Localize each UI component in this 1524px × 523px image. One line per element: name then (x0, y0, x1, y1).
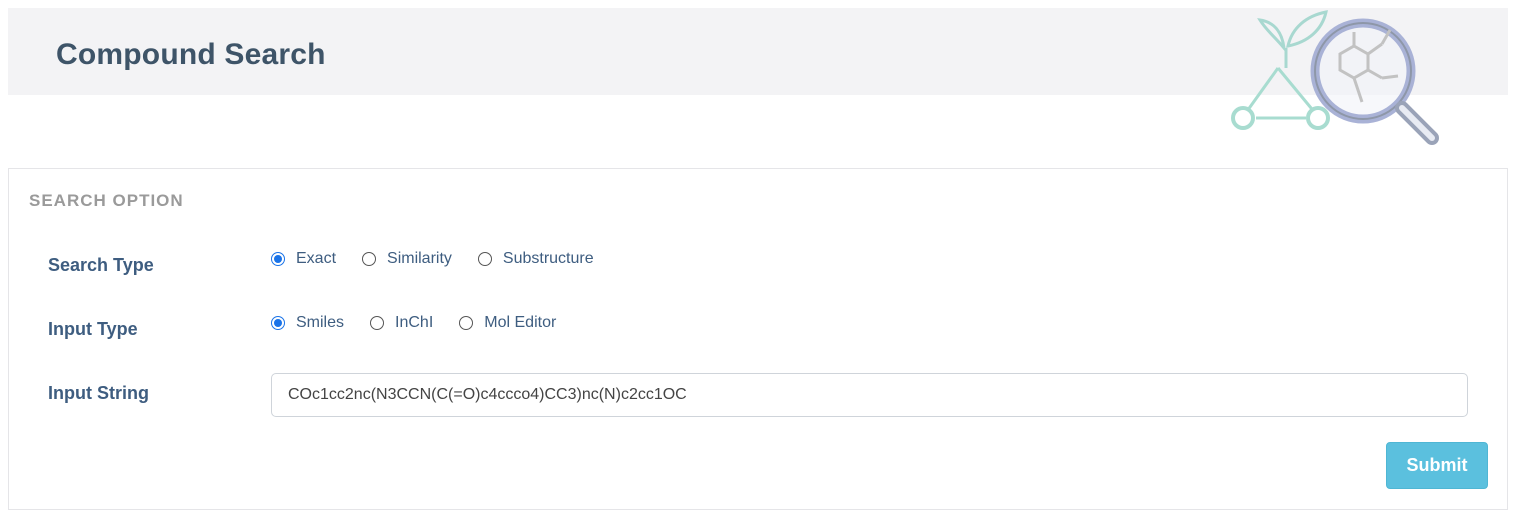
section-title: SEARCH OPTION (29, 191, 184, 210)
submit-button[interactable]: Submit (1386, 442, 1488, 489)
input-type-label: Input Type (48, 319, 138, 339)
page-title: Compound Search (56, 38, 326, 71)
search-type-substructure-radio[interactable] (477, 252, 492, 266)
search-type-label: Search Type (48, 255, 154, 275)
search-type-exact-radio[interactable] (271, 252, 285, 266)
search-type-similarity-radio[interactable] (362, 252, 377, 266)
input-type-inchi-label: InChI (395, 314, 434, 331)
input-string-label: Input String (48, 383, 149, 403)
input-string-field[interactable] (271, 373, 1468, 417)
input-type-inchi-option[interactable]: InChI (370, 314, 433, 332)
input-type-smiles-label: Smiles (296, 314, 345, 331)
input-type-inchi-radio[interactable] (370, 316, 385, 330)
search-type-radio-group: Exact Similarity Substructure (271, 250, 620, 268)
search-type-exact-option[interactable]: Exact (271, 250, 336, 268)
magnifier-molecule-leaf-logo-icon (1231, 10, 1439, 145)
input-type-mol-editor-radio[interactable] (459, 316, 474, 330)
input-type-radio-group: Smiles InChI Mol Editor (271, 314, 582, 332)
search-type-exact-label: Exact (296, 250, 337, 267)
search-type-similarity-option[interactable]: Similarity (362, 250, 452, 268)
input-type-smiles-option[interactable]: Smiles (271, 314, 344, 332)
search-type-substructure-option[interactable]: Substructure (477, 250, 594, 268)
input-type-smiles-radio[interactable] (271, 316, 285, 330)
search-option-panel: SEARCH OPTION Search Type Exact Similari… (8, 168, 1508, 510)
search-type-similarity-label: Similarity (387, 250, 452, 267)
input-type-mol-editor-option[interactable]: Mol Editor (459, 314, 556, 332)
page: Compound Search SEARCH OPTION Search Typ… (0, 0, 1524, 523)
search-type-substructure-label: Substructure (502, 250, 594, 267)
input-type-mol-editor-label: Mol Editor (484, 314, 557, 331)
